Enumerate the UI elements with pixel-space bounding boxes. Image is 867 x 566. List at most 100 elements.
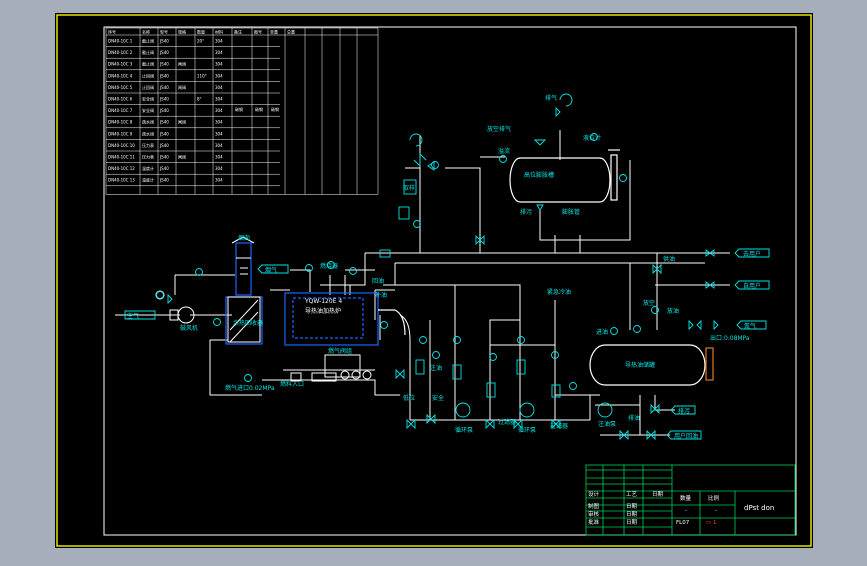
return-inlet-label: 自用户 (743, 282, 761, 290)
schedule-cell: DN40-10C 10 (108, 143, 135, 148)
schedule-cell: 疏水阀 (142, 130, 154, 136)
schedule-cell: 304 (215, 143, 223, 148)
schedule-cell: 304 (215, 108, 223, 113)
tank-drain-label: 排油 (628, 414, 640, 422)
schedule-cell: 止回阀 (142, 72, 154, 78)
schedule-header-cell: 型号 (160, 29, 168, 35)
schedule-cell: 304 (215, 62, 223, 67)
tb-code: ▭ 1 (706, 520, 716, 526)
tb-drawing-name: dPst don (744, 504, 774, 512)
storage-tank-label: 导热油储罐 (625, 361, 655, 369)
tb-qty-label: 数量 (680, 494, 692, 502)
schedule-cell: JS40 (159, 50, 169, 55)
fill-oil-label: 补油 (375, 291, 387, 299)
schedule-cell: 温度计 (142, 165, 154, 171)
low-point-label: 低位 (403, 394, 415, 402)
tb-dash-1: - (685, 508, 687, 514)
schedule-header-cell: 数量 (197, 29, 205, 35)
schedule-cell: 截止阀 (142, 49, 154, 55)
gas-pressure-note: 出口:0.08MPa (710, 334, 750, 342)
schedule-cell: DN40-10C 7 (108, 108, 133, 113)
safety-label: 安全 (432, 394, 444, 402)
schedule-cell: DN40-10C 12 (108, 166, 135, 171)
tb-date-2: 日期 (626, 503, 638, 510)
schedule-cell: 304 (215, 50, 223, 55)
schedule-cell: 304 (215, 39, 223, 44)
schedule-cell: JS40 (159, 85, 169, 90)
schedule-header-cell: 名称 (142, 29, 150, 35)
boiler-name-label: 导热油加热炉 (305, 307, 341, 315)
drawing-viewport[interactable]: 序号 名称 型号 规格 数量 材料 备注 图号 单重 总重 DN40-10C 1 截止阀 JS40 20°… (0, 0, 867, 562)
tb-date-1: 日期 (652, 491, 664, 498)
nitrogen-seal-label: 放空排气 (487, 125, 511, 133)
schedule-header-cell: 序号 (108, 29, 116, 35)
tank-vent-label: 放空 (643, 299, 655, 307)
tb-process: 工艺 (626, 491, 638, 498)
schedule-cell: JS40 (159, 108, 169, 113)
schedule-cell: DN40-10C 5 (108, 85, 133, 90)
tb-dash-2: - (715, 508, 717, 514)
schedule-header-cell: 总重 (287, 29, 295, 35)
schedule-cell: 闸阀 (178, 61, 186, 67)
schedule-cell: DN40-10C 3 (108, 62, 133, 67)
emergency-cool-label: 紧急冷油 (547, 288, 571, 296)
schedule-cell: 止回阀 (142, 84, 154, 90)
tb-design: 设计 (588, 490, 600, 498)
schedule-cell: JS40 (159, 166, 169, 171)
exp-connect-label: 膨胀管 (562, 208, 580, 216)
schedule-cell: 304 (215, 73, 223, 78)
schedule-cell: JS40 (159, 73, 169, 78)
schedule-cell: 304 (215, 97, 223, 102)
supply-outlet-label: 去用户 (743, 250, 761, 258)
tank-outlet-label: 放油 (667, 307, 679, 315)
overflow-label: 溢流 (498, 147, 510, 155)
schedule-cell: 温度计 (142, 177, 154, 183)
pump3-label: 注油泵 (598, 420, 616, 428)
schedule-header-cell: 材料 (215, 29, 223, 35)
schedule-cell: 碳钢 (255, 106, 263, 112)
schedule-cell: 截止阀 (142, 38, 154, 44)
flue-gas-label: 烟气 (265, 266, 277, 274)
heat-recovery-label: 余热回收器 (233, 319, 263, 327)
boiler-model-label: YQW-120E 4 (304, 298, 342, 305)
chimney-label: 烟囱 (238, 234, 250, 242)
schedule-cell: JS40 (159, 62, 169, 67)
schedule-cell: 304 (215, 131, 223, 136)
schedule-cell: 碳钢 (271, 106, 279, 112)
schedule-header-cell: 备注 (234, 29, 242, 35)
tb-date-3: 日期 (626, 511, 638, 518)
cad-sheet: 序号 名称 型号 规格 数量 材料 备注 图号 单重 总重DN40-10C 1 截止阀 JS40 20°… (55, 13, 813, 548)
schedule-cell: DN40-10C 2 (108, 50, 133, 55)
schedule-cell: JS40 (159, 39, 169, 44)
tb-check: 审核 (588, 510, 600, 518)
schedule-header-cell: 图号 (254, 29, 262, 35)
pump1-label: 循环泵 (455, 426, 473, 434)
blower-label: 鼓风机 (180, 324, 198, 332)
schedule-cell: 疏水阀 (142, 119, 154, 125)
user-oil-label: 供油 (663, 255, 675, 263)
schedule-cell: 安全阀 (142, 107, 154, 113)
gas-train-label: 燃气阀组 (328, 347, 352, 355)
expansion-tank-label: 高位膨胀槽 (524, 171, 554, 179)
filter2-label: 过滤器 (498, 418, 516, 426)
exp-drain-label: 排污 (520, 208, 532, 216)
schedule-cell: 闸阀 (178, 154, 186, 160)
schedule-cell: 安全阀 (142, 96, 154, 102)
tb-date-4: 日期 (626, 519, 638, 526)
schedule-cell: JS40 (159, 131, 169, 136)
filter-label: 过滤器 (550, 422, 568, 430)
schedule-cell: 304 (215, 166, 223, 171)
schedule-cell: JS40 (159, 155, 169, 160)
schedule-cell: 304 (215, 85, 223, 90)
gas-supply-label: 燃气进口0.02MPa (225, 384, 275, 392)
tb-draw: 制图 (588, 502, 600, 510)
schedule-cell: JS40 (159, 178, 169, 183)
schedule-cell: 压力表 (142, 142, 154, 148)
burner-label: 燃烧器 (320, 262, 338, 270)
schedule-cell: 304 (215, 178, 223, 183)
air-inlet-label: 空气 (127, 312, 139, 320)
schedule-cell: 碳钢 (235, 106, 243, 112)
injection-label: 注油 (430, 364, 442, 372)
tank-inlet-label: 进油 (596, 328, 608, 336)
schedule-cell: 闸阀 (178, 119, 186, 125)
